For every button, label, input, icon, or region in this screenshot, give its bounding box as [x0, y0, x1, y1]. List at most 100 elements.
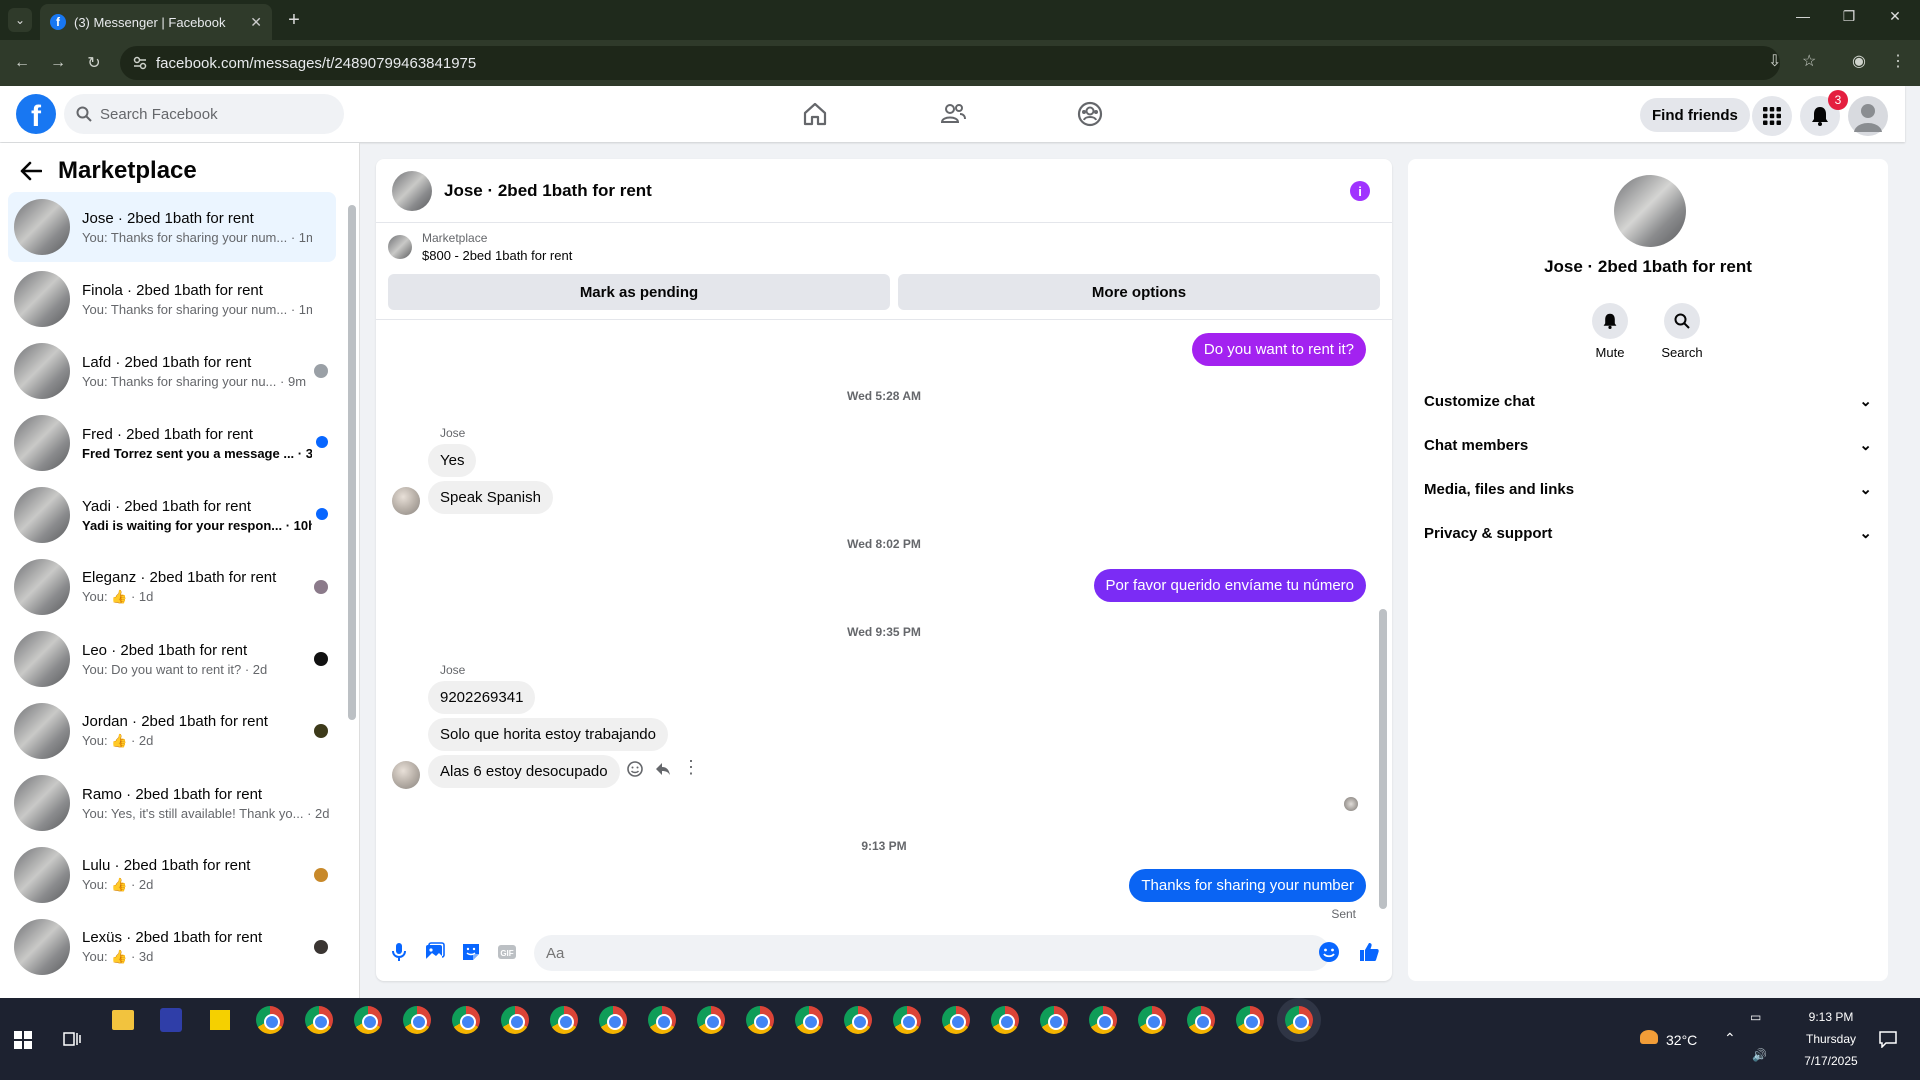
chrome-taskbar-icon[interactable] [942, 1006, 970, 1034]
chrome-taskbar-icon[interactable] [648, 1006, 676, 1034]
sticker-icon[interactable] [460, 941, 482, 963]
clock-time[interactable]: 9:13 PM [1796, 1010, 1866, 1024]
conversation-item[interactable]: Yadi · 2bed 1bath for rent Yadi is waitin… [8, 480, 336, 550]
chrome-taskbar-icon[interactable] [501, 1006, 529, 1034]
info-icon[interactable]: i [1350, 181, 1370, 201]
microphone-icon[interactable] [388, 941, 410, 963]
privacy-support-row[interactable]: Privacy & support ⌄ [1424, 513, 1872, 553]
conversation-item[interactable]: Jordan · 2bed 1bath for rent You: 👍 · 2d [8, 696, 336, 766]
browser-tab-messenger[interactable]: f (3) Messenger | Facebook ✕ [40, 4, 272, 40]
conversation-item[interactable]: Lulu · 2bed 1bath for rent You: 👍 · 2d [8, 840, 336, 910]
listing-summary[interactable]: Marketplace $800 - 2bed 1bath for rent [388, 231, 572, 263]
weather-icon[interactable] [1640, 1030, 1658, 1044]
conversation-item[interactable]: Fred · 2bed 1bath for rent Fred Torrez se… [8, 408, 336, 478]
chat-members-row[interactable]: Chat members ⌄ [1424, 425, 1872, 465]
new-tab-button[interactable]: + [282, 8, 306, 32]
chrome-taskbar-icon[interactable] [844, 1006, 872, 1034]
network-icon[interactable]: ▭ [1750, 1010, 1761, 1024]
chat-avatar[interactable] [392, 170, 432, 211]
gif-icon[interactable]: GIF [496, 941, 518, 963]
outgoing-message[interactable]: Do you want to rent it? [1191, 333, 1366, 366]
sender-avatar[interactable] [392, 487, 420, 515]
emoji-icon[interactable] [1318, 941, 1340, 963]
chat-title[interactable]: Jose · 2bed 1bath for rent [444, 181, 652, 201]
search-conversation-button[interactable]: Search [1652, 303, 1712, 360]
restore-button[interactable]: ❐ [1826, 8, 1872, 25]
chrome-taskbar-icon[interactable] [403, 1006, 431, 1034]
chrome-taskbar-icon[interactable] [991, 1006, 1019, 1034]
facebook-logo[interactable]: f [16, 94, 56, 134]
home-icon[interactable] [801, 100, 829, 128]
sender-avatar[interactable] [392, 761, 420, 789]
tab-search-dropdown[interactable]: ⌄ [8, 8, 32, 32]
more-options-button[interactable]: More options [898, 274, 1380, 310]
incoming-message[interactable]: Yes [428, 444, 477, 477]
search-input[interactable]: Search Facebook [64, 94, 344, 134]
conversation-item[interactable]: Ramo · 2bed 1bath for rent You: Yes, it's… [8, 768, 336, 838]
chrome-taskbar-icon[interactable] [1236, 1006, 1264, 1034]
conversation-item[interactable]: Jose · 2bed 1bath for rent You: Thanks fo… [8, 192, 336, 262]
more-actions-icon[interactable]: ⋮ [682, 757, 700, 778]
chrome-taskbar-icon[interactable] [893, 1006, 921, 1034]
mark-as-pending-button[interactable]: Mark as pending [388, 274, 890, 310]
chrome-taskbar-icon[interactable] [599, 1006, 627, 1034]
clock-day[interactable]: Thursday [1796, 1032, 1866, 1046]
notification-center-icon[interactable] [1878, 1030, 1898, 1048]
find-friends-button[interactable]: Find friends [1640, 98, 1750, 132]
react-emoji-icon[interactable] [626, 760, 644, 778]
groups-icon[interactable] [1076, 100, 1104, 128]
incoming-message[interactable]: 9202269341 [428, 681, 536, 714]
chrome-taskbar-icon[interactable] [1187, 1006, 1215, 1034]
install-app-icon[interactable]: ⇩ [1768, 51, 1781, 71]
chrome-taskbar-icon[interactable] [1040, 1006, 1068, 1034]
close-window-button[interactable]: ✕ [1872, 8, 1918, 25]
profile-avatar[interactable] [1614, 175, 1686, 247]
reply-icon[interactable] [654, 760, 672, 778]
incoming-message[interactable]: Alas 6 estoy desocupado [428, 755, 620, 788]
account-button[interactable] [1848, 96, 1888, 136]
conversation-item[interactable]: Leo · 2bed 1bath for rent You: Do you wan… [8, 624, 336, 694]
chrome-taskbar-icon[interactable] [746, 1006, 774, 1034]
bookmark-star-icon[interactable]: ☆ [1802, 51, 1816, 71]
chrome-taskbar-icon[interactable] [795, 1006, 823, 1034]
conversation-item[interactable]: Eleganz · 2bed 1bath for rent You: 👍 · 1d [8, 552, 336, 622]
clock-date[interactable]: 7/17/2025 [1796, 1054, 1866, 1068]
friends-icon[interactable] [939, 100, 967, 128]
chrome-taskbar-icon[interactable] [1138, 1006, 1166, 1034]
media-files-links-row[interactable]: Media, files and links ⌄ [1424, 469, 1872, 509]
chrome-taskbar-icon[interactable] [550, 1006, 578, 1034]
forward-button[interactable]: → [46, 51, 70, 75]
customize-chat-row[interactable]: Customize chat ⌄ [1424, 381, 1872, 421]
weather-temp[interactable]: 32°C [1666, 1032, 1697, 1048]
task-view-icon[interactable] [62, 1030, 82, 1048]
back-button[interactable]: ← [10, 51, 34, 75]
reload-button[interactable]: ↻ [82, 51, 106, 75]
back-arrow-icon[interactable] [20, 161, 42, 181]
chat-scrollbar[interactable] [1379, 609, 1387, 909]
minimize-button[interactable]: — [1780, 8, 1826, 24]
outgoing-message[interactable]: Por favor querido envíame tu número [1093, 569, 1366, 602]
mute-button[interactable]: Mute [1580, 303, 1640, 360]
chrome-taskbar-icon[interactable] [305, 1006, 333, 1034]
sidebar-scrollbar[interactable] [348, 205, 356, 720]
chrome-taskbar-icon[interactable] [256, 1006, 284, 1034]
chrome-taskbar-icon[interactable] [1089, 1006, 1117, 1034]
windows-start-icon[interactable] [14, 1031, 32, 1049]
chrome-taskbar-icon[interactable] [452, 1006, 480, 1034]
incoming-message[interactable]: Speak Spanish [428, 481, 553, 514]
tab-close-icon[interactable]: ✕ [250, 14, 262, 31]
menu-button[interactable] [1752, 96, 1792, 136]
chrome-taskbar-icon[interactable] [697, 1006, 725, 1034]
profile-icon[interactable]: ◉ [1852, 51, 1866, 71]
browser-menu-icon[interactable]: ⋮ [1890, 51, 1906, 71]
site-info-icon[interactable] [132, 55, 148, 71]
file-explorer-icon[interactable] [112, 1010, 134, 1030]
photo-icon[interactable] [424, 941, 446, 963]
message-input[interactable] [534, 935, 1330, 971]
outgoing-message[interactable]: Thanks for sharing your number [1129, 869, 1366, 902]
incoming-message[interactable]: Solo que horita estoy trabajando [428, 718, 668, 751]
thumbs-up-icon[interactable] [1358, 941, 1380, 963]
conversation-item[interactable]: Lexüs · 2bed 1bath for rent You: 👍 · 3d [8, 912, 336, 982]
sticky-notes-icon[interactable] [210, 1010, 230, 1030]
conversation-item[interactable]: Finola · 2bed 1bath for rent You: Thanks … [8, 264, 336, 334]
